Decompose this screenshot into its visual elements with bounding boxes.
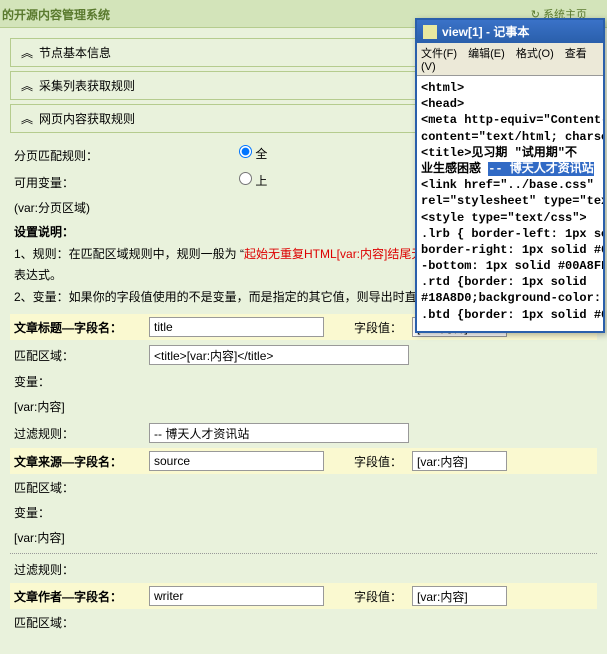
chevron-up-icon: ︽ xyxy=(21,79,33,93)
match-area-label-3: 匹配区域： xyxy=(14,614,149,631)
menu-file[interactable]: 文件(F) xyxy=(421,48,457,60)
chevron-up-icon: ︽ xyxy=(21,46,33,60)
menu-edit[interactable]: 编辑(E) xyxy=(468,48,505,60)
selected-text: -- 博天人才资讯站 xyxy=(488,162,594,176)
filter-rule-label-2: 过滤规则： xyxy=(14,561,149,578)
notepad-window[interactable]: view[1] - 记事本 文件(F) 编辑(E) 格式(O) 查看(V) <h… xyxy=(415,18,605,333)
title-field-name-input[interactable] xyxy=(149,317,324,337)
match-area-input[interactable] xyxy=(149,345,409,365)
radio-up[interactable] xyxy=(239,172,252,185)
notepad-titlebar[interactable]: view[1] - 记事本 xyxy=(417,20,603,43)
source-field-name-input[interactable] xyxy=(149,451,324,471)
source-field-label: 文章来源—字段名： xyxy=(14,453,149,470)
filter-rule-label: 过滤规则： xyxy=(14,425,149,442)
app-title: 的开源内容管理系统 xyxy=(2,6,110,23)
notepad-menubar: 文件(F) 编辑(E) 格式(O) 查看(V) xyxy=(417,43,603,76)
notepad-content[interactable]: <html><head><meta http-equiv="Content-Tc… xyxy=(417,76,603,327)
radio-all[interactable] xyxy=(239,145,252,158)
notepad-icon xyxy=(423,25,437,39)
available-var-label: 可用变量： xyxy=(14,174,99,191)
title-field-label: 文章标题—字段名： xyxy=(14,319,149,336)
variable-label-2: 变量： xyxy=(14,504,149,521)
variable-label: 变量： xyxy=(14,373,149,390)
match-area-label: 匹配区域： xyxy=(14,347,149,364)
var-content-label: [var:内容] xyxy=(14,398,149,415)
paging-rule-label: 分页匹配规则： xyxy=(14,147,99,164)
author-field-label: 文章作者—字段名： xyxy=(14,588,149,605)
var-content-label-2: [var:内容] xyxy=(14,529,149,546)
author-field-value-input[interactable] xyxy=(412,586,507,606)
field-value-label: 字段值： xyxy=(354,453,402,470)
match-area-label-2: 匹配区域： xyxy=(14,479,149,496)
author-field-name-input[interactable] xyxy=(149,586,324,606)
field-value-label: 字段值： xyxy=(354,319,402,336)
var-area-value: (var:分页区域) xyxy=(14,199,99,216)
filter-rule-input[interactable] xyxy=(149,423,409,443)
field-value-label: 字段值： xyxy=(354,588,402,605)
menu-format[interactable]: 格式(O) xyxy=(516,48,554,60)
chevron-up-icon: ︽ xyxy=(21,112,33,126)
settings-title: 设置说明： xyxy=(14,222,99,244)
source-field-value-input[interactable] xyxy=(412,451,507,471)
